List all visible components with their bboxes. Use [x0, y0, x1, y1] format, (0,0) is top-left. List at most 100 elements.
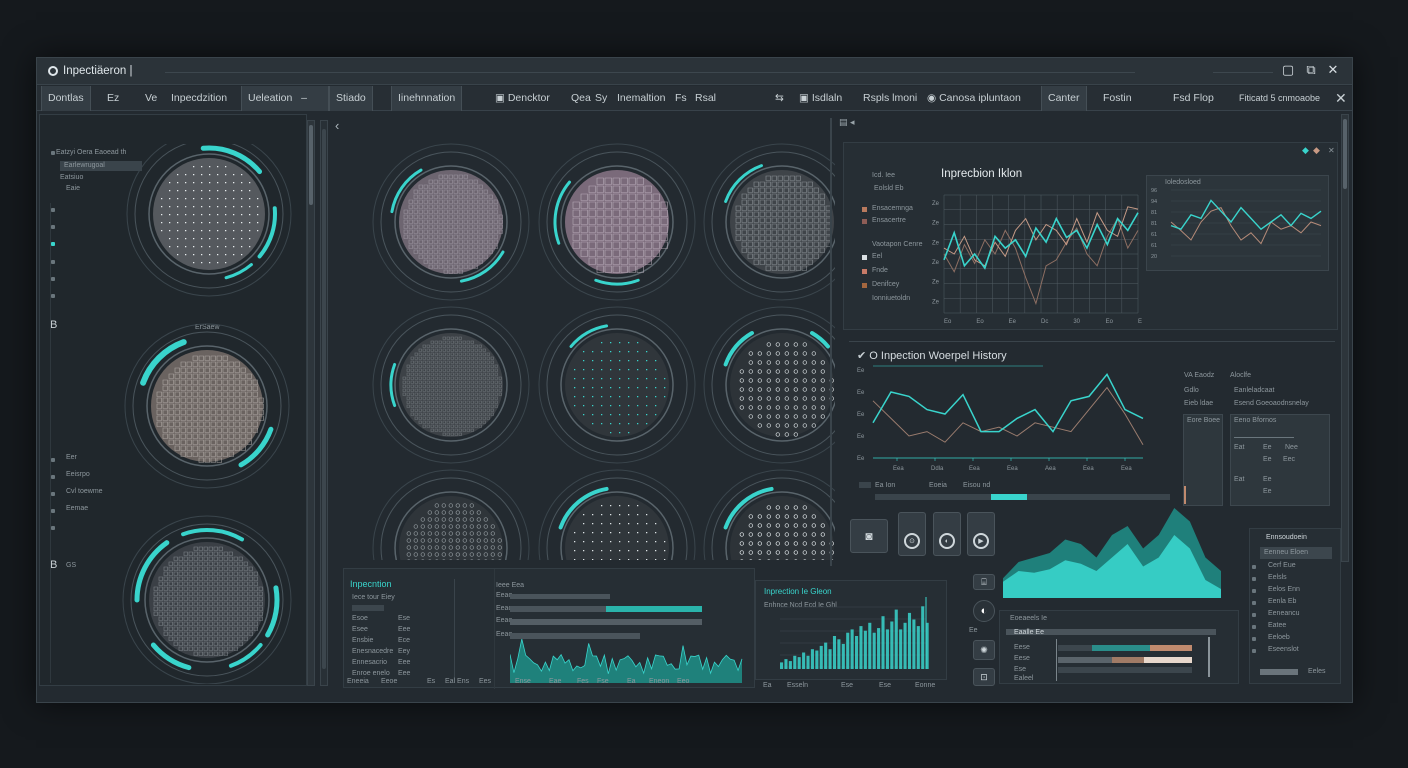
scrollbar-thumb[interactable] [1343, 119, 1347, 189]
menu-item-label: Ueleation [248, 92, 293, 104]
wafer[interactable] [703, 143, 835, 301]
wafer[interactable] [538, 306, 696, 464]
wafer[interactable] [122, 515, 292, 684]
minimize-icon[interactable]: ▢ [1280, 62, 1296, 78]
bar [841, 643, 845, 669]
wafer[interactable] [538, 469, 696, 560]
title-divider [1213, 72, 1273, 73]
menu-item[interactable]: Fsd Flop [1167, 86, 1220, 111]
footer-label: Es [427, 678, 436, 685]
footer-label: Esseln [787, 682, 809, 689]
tool-button[interactable]: ⌸ [973, 574, 995, 590]
stats-value: Eee [398, 626, 411, 633]
gantt-label: Ealeel [1014, 675, 1034, 682]
menu-item[interactable]: ▣ Dencktor [489, 86, 556, 111]
stats-row: Esee [352, 626, 368, 633]
gantt-bar-warm [1150, 645, 1192, 651]
scrollbar-thumb[interactable] [309, 125, 313, 205]
wafer[interactable] [703, 306, 835, 464]
stats-value: Ese [398, 615, 411, 622]
menu-item[interactable]: ▣ Isdlaln [793, 86, 848, 111]
defect-list-item[interactable]: Eeloeb [1268, 634, 1290, 641]
control-button[interactable]: ◐ [933, 512, 961, 556]
close-icon[interactable]: ✕ [1325, 62, 1341, 78]
tool-button[interactable]: ✺ [973, 640, 995, 660]
wafer[interactable] [124, 323, 290, 489]
slider-handle[interactable] [859, 482, 871, 488]
grid-scrollbar[interactable] [320, 120, 328, 686]
diamond-icon[interactable]: ◆ [1302, 145, 1309, 156]
wafer[interactable] [372, 306, 530, 464]
tool-button[interactable]: ◐ [973, 600, 995, 622]
menu-item[interactable]: Inemaltion [611, 86, 671, 111]
bar [837, 639, 841, 669]
control-button[interactable]: ⊙ [898, 512, 926, 556]
hbar [510, 606, 606, 612]
close-panel-icon[interactable]: ✕ [1329, 86, 1353, 111]
defect-list-header[interactable]: Eenneu Eloen [1260, 547, 1332, 559]
panel-tools-icon[interactable]: ▤ ◂ [839, 117, 855, 128]
menu-item-active[interactable]: Ueleation – [241, 86, 329, 111]
scrollbar-thumb[interactable] [322, 129, 326, 669]
menu-item[interactable]: Ve [139, 86, 163, 111]
menu-item[interactable]: Iinehnnation [391, 86, 463, 111]
timeline-range[interactable] [991, 494, 1027, 500]
legend-item: Ionniuetoldn [872, 295, 911, 302]
tree-item[interactable]: Eer [66, 454, 77, 461]
y-tick: 94 [1151, 199, 1157, 205]
maximize-icon[interactable]: ⧉ [1303, 62, 1319, 78]
menu-item[interactable]: Fostin [1097, 86, 1138, 111]
defect-list-item[interactable]: Eatee [1268, 622, 1286, 629]
menu-item[interactable]: ◉ Canosa ipluntaon [921, 86, 1027, 111]
menu-item-label: Isdlaln [811, 92, 843, 104]
menu-item[interactable]: Fiticatd 5 cnmoaobe [1233, 86, 1326, 111]
tree-item[interactable]: Eatsiuo [60, 174, 83, 181]
side-card-marker [1184, 486, 1186, 504]
side-card-item: Ee [1263, 488, 1272, 495]
diamond-icon[interactable]: ◆ [1313, 145, 1320, 156]
tree-item[interactable]: Eaie [66, 185, 80, 192]
defect-list-item[interactable]: Cerf Eue [1268, 562, 1296, 569]
wafer[interactable] [126, 144, 292, 297]
menu-item[interactable]: Rspls lmoni [857, 86, 923, 111]
legend-swatch [862, 219, 867, 224]
gantt-cursor[interactable] [1208, 637, 1210, 677]
defect-list-item[interactable]: Eseenslot [1268, 646, 1299, 653]
left-scrollbar[interactable] [307, 120, 315, 686]
menu-item[interactable]: Stiado [329, 86, 373, 111]
panel-close-icon[interactable]: ✕ [1328, 146, 1335, 155]
defect-list-item[interactable]: Eelsls [1268, 574, 1287, 581]
menu-item[interactable]: Ez [101, 86, 125, 111]
menu-item[interactable]: Rsal [689, 86, 722, 111]
menu-item[interactable]: Canter [1041, 86, 1087, 111]
tree-item[interactable]: Eemae [66, 505, 88, 512]
wafer[interactable] [703, 469, 835, 560]
expand-icon[interactable]: ⇆ [769, 86, 790, 111]
wafer[interactable] [538, 143, 696, 301]
x-tick: 30 [1073, 319, 1080, 325]
right-scrollbar[interactable] [1341, 114, 1349, 562]
defect-list-item[interactable]: Eeneancu [1268, 610, 1300, 617]
tree-item[interactable]: Cvl toewme [66, 488, 103, 495]
stats-value: Ece [398, 637, 411, 644]
camera-button[interactable]: ◙ [850, 519, 888, 553]
side-label: VA Eaodz [1184, 372, 1215, 379]
check-icon: ✔ [857, 350, 870, 362]
control-button[interactable]: ▶ [967, 512, 995, 556]
footer-label: Eonne [915, 682, 936, 689]
menu-item[interactable]: Sy [589, 86, 613, 111]
footer-label: Eal Ens [445, 678, 470, 685]
series-line [872, 373, 1144, 433]
tool-button[interactable]: ⊡ [973, 668, 995, 686]
timeline-slider[interactable] [875, 494, 1170, 500]
tree-item[interactable]: Eeisrpo [66, 471, 90, 478]
mini-chart-title: Ioledosloed [1165, 179, 1201, 186]
defect-list-item[interactable]: Eelos Enn [1268, 586, 1300, 593]
wafer[interactable] [372, 469, 530, 560]
menu-item[interactable]: Dontlas [41, 86, 91, 111]
bar [885, 629, 889, 669]
menu-item[interactable]: Inpecdzition [165, 86, 233, 111]
wafer[interactable] [372, 143, 530, 301]
bar [793, 655, 797, 669]
defect-list-item[interactable]: Eenla Eb [1268, 598, 1296, 605]
